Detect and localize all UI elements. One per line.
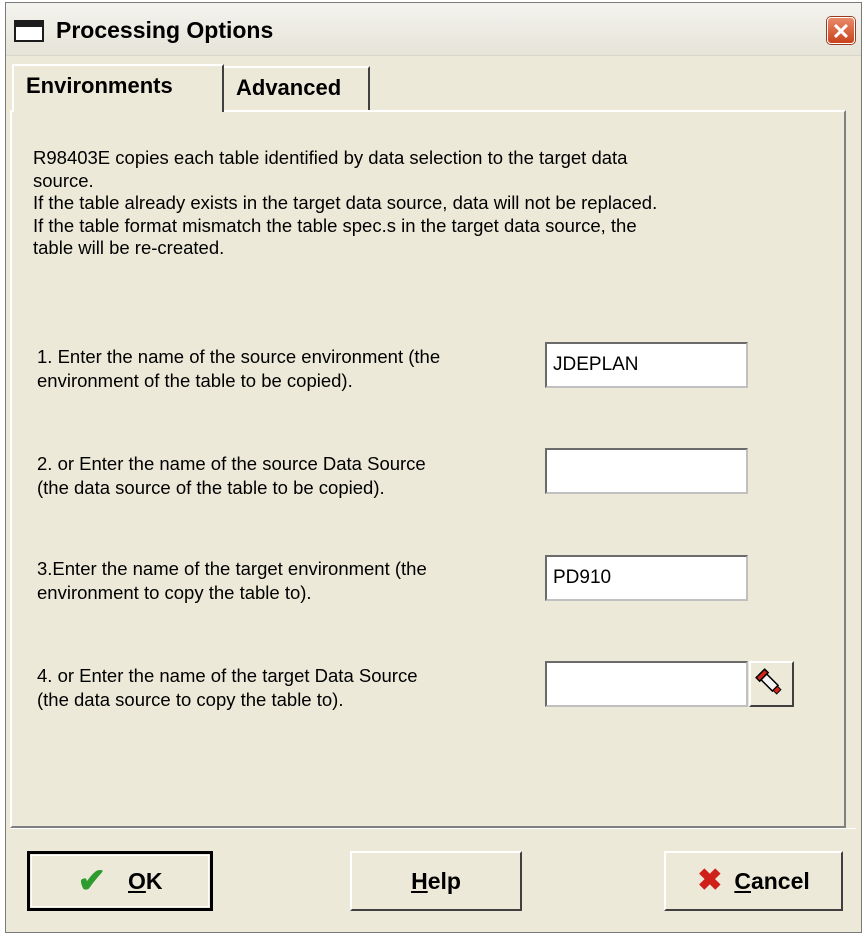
description-line: source. <box>33 169 94 191</box>
target-environment-input[interactable] <box>545 555 748 601</box>
checkmark-icon: ✔ <box>77 862 106 900</box>
help-label: Help <box>411 868 461 895</box>
help-button-content: Help <box>352 853 520 909</box>
close-button[interactable]: ✕ <box>827 17 855 44</box>
label-line: (the data source to copy the table to). <box>37 689 344 710</box>
label-line: 4. or Enter the name of the target Data … <box>37 665 418 686</box>
ok-button[interactable]: ✔ OK <box>27 851 213 911</box>
source-environment-input[interactable] <box>545 342 748 388</box>
target-data-source-label: 4. or Enter the name of the target Data … <box>37 664 517 712</box>
label-line: environment to copy the table to). <box>37 582 312 603</box>
description-line: R98403E copies each table identified by … <box>33 147 628 168</box>
target-data-source-input[interactable] <box>545 661 748 707</box>
cancel-label-rest: ancel <box>750 867 810 894</box>
cancel-button[interactable]: ✖ Cancel <box>664 851 843 911</box>
description-line: If the table format mismatch the table s… <box>33 214 637 236</box>
label-line: environment of the table to be copied). <box>37 370 353 391</box>
source-data-source-label: 2. or Enter the name of the source Data … <box>37 452 517 500</box>
ok-button-content: ✔ OK <box>30 854 210 908</box>
label-line: 1. Enter the name of the source environm… <box>37 346 441 367</box>
visual-assist-button[interactable] <box>749 661 794 707</box>
help-label-rest: elp <box>427 867 461 894</box>
cancel-label: Cancel <box>734 868 809 895</box>
label-line: 2. or Enter the name of the source Data … <box>37 453 426 474</box>
ok-label: OK <box>128 868 163 895</box>
help-button[interactable]: Help <box>350 851 522 911</box>
cancel-x-icon: ✖ <box>697 864 723 897</box>
description-line: If the table already exists in the targe… <box>33 192 658 213</box>
window-title: Processing Options <box>56 17 274 43</box>
cancel-button-content: ✖ Cancel <box>666 853 841 909</box>
help-mnemonic: H <box>411 867 428 894</box>
ok-label-rest: K <box>145 867 163 894</box>
tab-environments[interactable]: Environments <box>12 64 224 112</box>
source-environment-label: 1. Enter the name of the source environm… <box>37 345 517 393</box>
description-line: table will be re-created. <box>33 237 225 258</box>
label-line: (the data source of the table to be copi… <box>37 477 385 498</box>
source-data-source-input[interactable] <box>545 448 748 494</box>
flashlight-icon <box>755 668 782 695</box>
label-line: 3.Enter the name of the target environme… <box>37 558 427 579</box>
title-bar[interactable]: Processing Options ✕ <box>6 3 861 56</box>
window-icon <box>14 20 44 42</box>
description-text: R98403E copies each table identified by … <box>33 147 793 260</box>
button-bar-separator <box>10 828 856 829</box>
tab-advanced[interactable]: Advanced <box>222 66 370 110</box>
ok-mnemonic: O <box>127 867 146 894</box>
cancel-mnemonic: C <box>734 867 751 894</box>
target-environment-label: 3.Enter the name of the target environme… <box>37 557 517 605</box>
